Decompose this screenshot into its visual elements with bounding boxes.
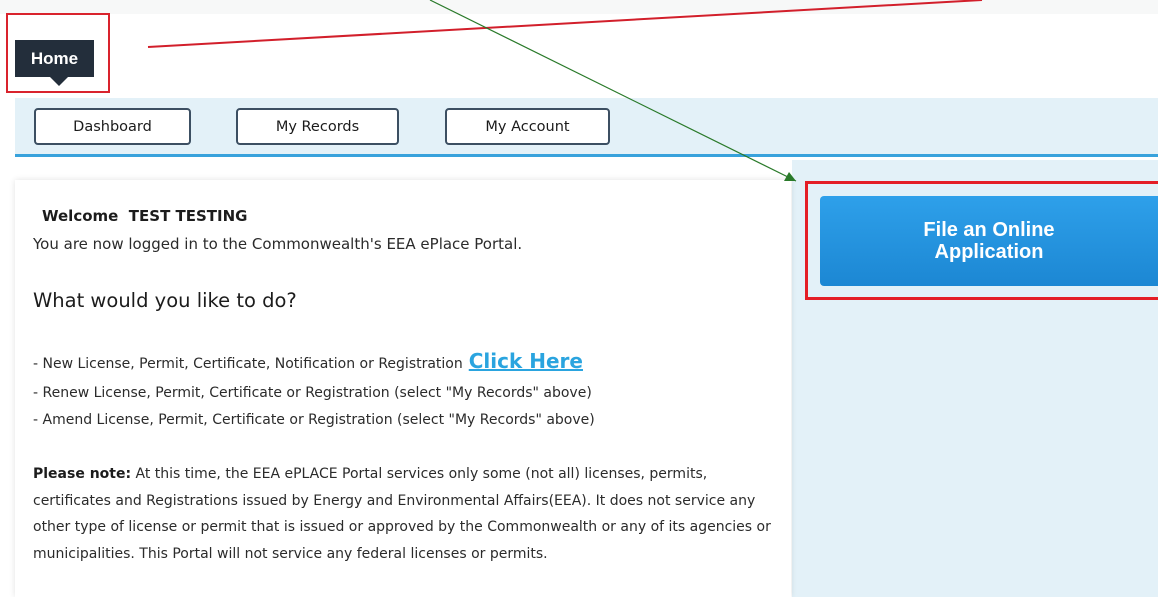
green-annotation-arrow <box>429 0 797 182</box>
annotation-overlay <box>147 0 983 182</box>
red-annotation-line <box>147 0 983 48</box>
